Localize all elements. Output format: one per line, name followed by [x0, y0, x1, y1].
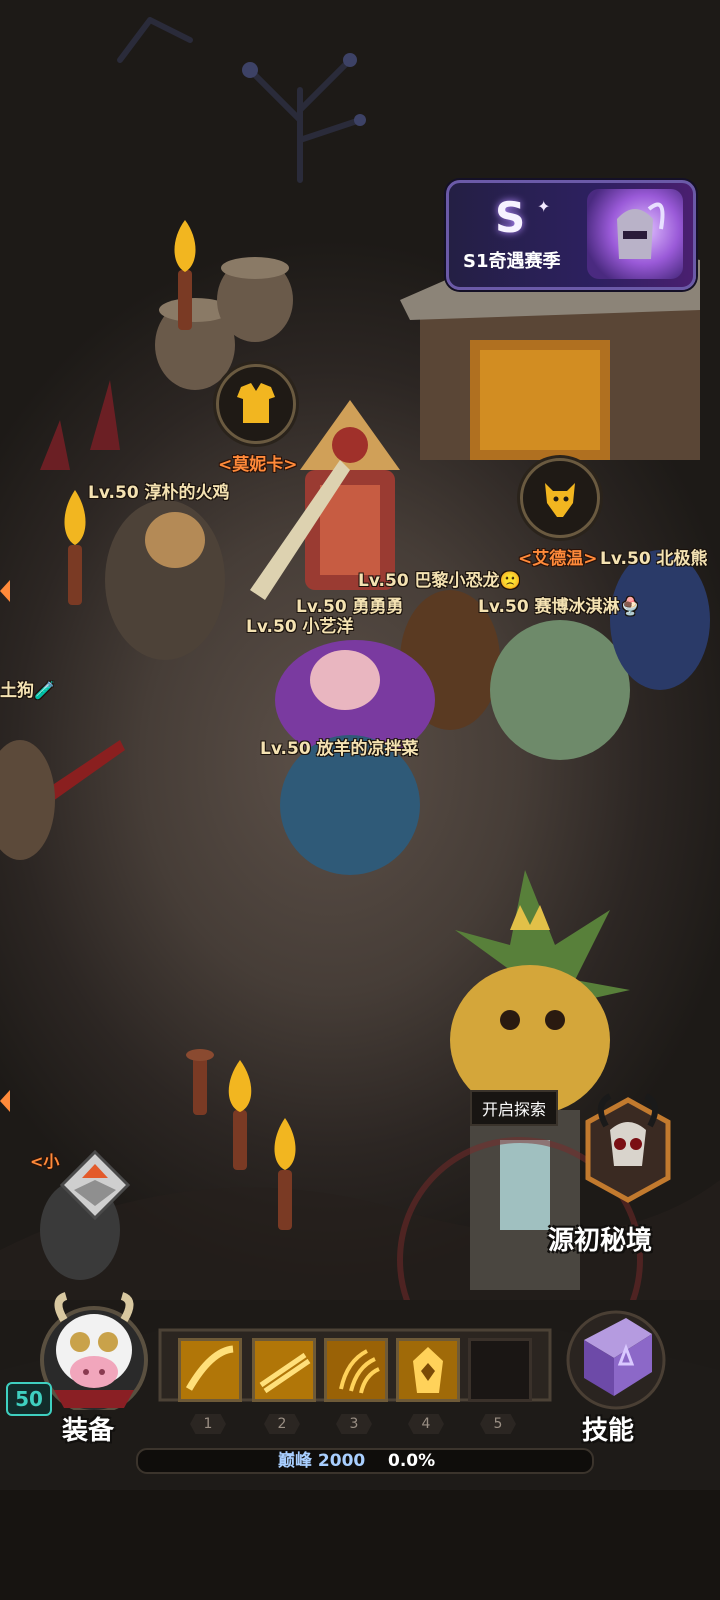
spellbook-icon [566, 1310, 666, 1410]
slot-number: 3 [336, 1414, 372, 1434]
dungeon-label: 源初秘境 [548, 1226, 653, 1256]
player-name: Lv.50 赛博冰淇淋🍨 [478, 597, 641, 617]
blade-skill-icon [255, 1341, 313, 1399]
peak-progress-bar: 巅峰 2000 0.0% [136, 1448, 594, 1474]
slot-number: 2 [264, 1414, 300, 1434]
skill-slot[interactable] [252, 1338, 316, 1402]
peak-progress-text: 0.0% [388, 1451, 436, 1471]
skill-slot[interactable] [178, 1338, 242, 1402]
slash-skill-icon [181, 1341, 239, 1399]
armor-icon [237, 383, 275, 423]
npc-monica-badge[interactable] [216, 364, 296, 444]
slot-number: 4 [408, 1414, 444, 1434]
player-name: Lv.50 放羊的凉拌菜 [260, 739, 419, 759]
npc-name-partial: <小 [30, 1152, 60, 1171]
equip-label[interactable]: 装备 [62, 1410, 114, 1447]
bottom-hud: 50 装备 1 2 3 4 5 技能 巅峰 2000 0.0% [0, 1290, 720, 1600]
slot-number: 5 [480, 1414, 516, 1434]
claw-skill-icon [327, 1341, 385, 1399]
skull-helmet-icon [585, 1093, 671, 1203]
season-s-badge: S [495, 193, 526, 242]
waypoint-icon[interactable] [59, 1149, 131, 1221]
player-name: Lv.50 小艺洋 [246, 617, 354, 637]
player-name: 土狗🧪 [0, 681, 56, 701]
season-banner[interactable]: S ✦ S1奇遇赛季 [446, 180, 696, 290]
level-badge: 50 [6, 1382, 52, 1416]
fox-head-icon [545, 483, 575, 517]
player-name: Lv.50 淳朴的火鸡 [88, 483, 230, 503]
peak-label: 巅峰 2000 [278, 1451, 366, 1471]
skill-slot[interactable] [396, 1338, 460, 1402]
totem-skill-icon [399, 1341, 457, 1399]
npc-name-monica: <莫妮卡> [218, 455, 298, 475]
game-scene[interactable]: S ✦ S1奇遇赛季 <莫妮卡> <艾德温> <小 Lv.50 淳朴的火鸡 Lv… [0, 0, 720, 1600]
sparkle-icon: ✦ [537, 197, 551, 216]
explore-prompt[interactable]: 开启探索 [470, 1090, 559, 1126]
helmet-icon [587, 189, 683, 279]
skill-slot-empty[interactable] [468, 1338, 532, 1402]
npc-name-edwin: <艾德温> [518, 549, 598, 569]
npc-edwin-badge[interactable] [520, 458, 600, 538]
player-name: Lv.50 北极熊 [600, 549, 708, 569]
player-name: Lv.50 巴黎小恐龙🙁 [358, 571, 521, 591]
dungeon-button[interactable]: 源初秘境 [548, 1090, 708, 1270]
skill-slot[interactable] [324, 1338, 388, 1402]
slot-number: 1 [190, 1414, 226, 1434]
skills-label[interactable]: 技能 [582, 1410, 634, 1447]
season-label: S1奇遇赛季 [463, 251, 561, 272]
skills-button[interactable] [556, 1300, 676, 1410]
